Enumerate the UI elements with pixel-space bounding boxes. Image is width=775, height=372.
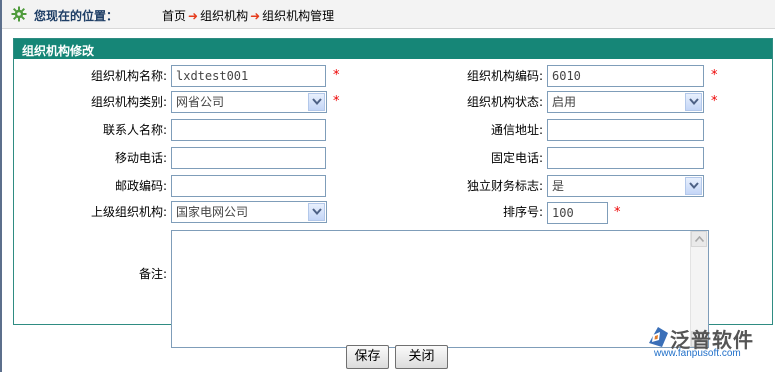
sort-no-input[interactable]: 100 [547, 202, 608, 224]
breadcrumb: 您现在的位置： 首页 ➜ 组织机构 ➜ 组织机构管理 [2, 0, 775, 29]
mobile-input[interactable] [171, 147, 326, 169]
panel-title: 组织机构修改 [22, 44, 95, 58]
logo-icon [649, 327, 668, 347]
chevron-down-icon[interactable] [685, 93, 702, 111]
independent-finance-select[interactable]: 是 [547, 175, 704, 197]
independent-finance-label: 独立财务标志: [466, 179, 543, 193]
required-mark: * [711, 68, 718, 83]
postcode-input[interactable] [171, 175, 326, 197]
required-mark: * [333, 94, 340, 109]
scroll-up-icon[interactable] [691, 231, 707, 247]
breadcrumb-path: 首页 ➜ 组织机构 ➜ 组织机构管理 [162, 7, 334, 24]
parent-org-label: 上级组织机构: [90, 205, 167, 219]
parent-org-select[interactable]: 国家电网公司 [171, 201, 327, 223]
breadcrumb-item-org[interactable]: 组织机构 [200, 9, 248, 23]
breadcrumb-item-org-manage[interactable]: 组织机构管理 [262, 9, 334, 23]
arrow-right-icon: ➜ [188, 9, 199, 23]
org-type-select[interactable]: 网省公司 [171, 91, 327, 113]
org-type-label: 组织机构类别: [90, 95, 167, 109]
contact-name-label: 联系人名称: [102, 123, 167, 137]
org-status-select[interactable]: 启用 [547, 91, 704, 113]
chevron-down-icon[interactable] [685, 177, 702, 195]
close-button[interactable]: 关闭 [395, 345, 448, 369]
panel-header: 组织机构修改 [14, 39, 772, 59]
chevron-down-icon[interactable] [308, 203, 325, 221]
parent-org-value: 国家电网公司 [176, 205, 249, 219]
org-name-label: 组织机构名称: [90, 69, 167, 83]
logo: 泛普软件 www.fanpusoft.com [640, 326, 772, 362]
left-border [0, 0, 2, 372]
phone-input[interactable] [547, 147, 704, 169]
logo-url: www.fanpusoft.com [654, 348, 741, 359]
org-status-value: 启用 [552, 95, 577, 109]
independent-finance-value: 是 [552, 179, 565, 193]
org-name-input[interactable]: lxdtest001 [171, 65, 326, 87]
org-code-label: 组织机构编码: [466, 69, 543, 83]
save-button[interactable]: 保存 [346, 345, 389, 369]
remark-label: 备注: [138, 267, 167, 281]
postcode-label: 邮政编码: [114, 179, 167, 193]
mobile-label: 移动电话: [114, 151, 167, 165]
gear-icon [11, 6, 27, 22]
breadcrumb-label: 您现在的位置： [34, 9, 119, 23]
remark-textarea[interactable] [171, 230, 709, 348]
address-input[interactable] [547, 119, 704, 141]
phone-label: 固定电话: [490, 151, 543, 165]
sort-no-label: 排序号: [502, 205, 543, 219]
required-mark: * [333, 68, 340, 83]
required-mark: * [711, 94, 718, 109]
org-type-value: 网省公司 [176, 95, 225, 109]
arrow-right-icon: ➜ [250, 9, 261, 23]
required-mark: * [614, 205, 621, 220]
org-code-input[interactable]: 6010 [547, 65, 704, 87]
chevron-down-icon[interactable] [308, 93, 325, 111]
org-status-label: 组织机构状态: [466, 95, 543, 109]
address-label: 通信地址: [490, 123, 543, 137]
contact-name-input[interactable] [171, 119, 326, 141]
breadcrumb-item-home[interactable]: 首页 [162, 9, 186, 23]
